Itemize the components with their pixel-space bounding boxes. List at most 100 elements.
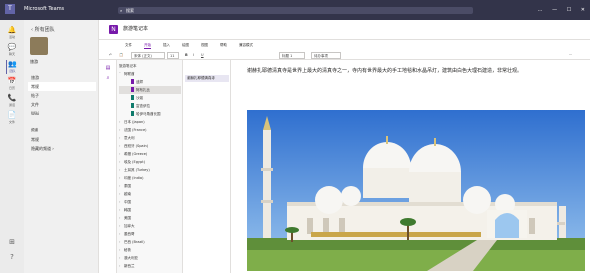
section-item[interactable]: ˅ 阿联酋 xyxy=(119,70,181,78)
main-area: N 旅游笔记本 文件 开始 插入 绘图 视图 帮助 兼容模式 ↶ 📋 宋体 (正… xyxy=(99,20,590,273)
section-item[interactable]: › 中国 xyxy=(119,198,181,206)
section-item[interactable]: › 澳大利亚 xyxy=(119,254,181,262)
section-item[interactable]: › 墨西哥 xyxy=(119,230,181,238)
note-text[interactable]: 谢赫扎耶德清真寺是世界上最大的清真寺之一，寺内有世界最大的手工地毯和水晶吊灯，建… xyxy=(247,68,577,74)
rail-item-apps[interactable]: ⊞ xyxy=(6,238,18,252)
section-item[interactable]: 哈伊马角酋长国 xyxy=(119,110,181,118)
section-item[interactable]: › 埃及 (Egypt) xyxy=(119,158,181,166)
rail-item-activity[interactable]: 🔔 活动 xyxy=(6,26,18,40)
notebook-nav: ▤ ⌕ xyxy=(99,60,117,273)
section-item[interactable]: › 土耳其 (Turkey) xyxy=(119,166,181,174)
section-item[interactable]: › 日本 (Japan) xyxy=(119,118,181,126)
team-item-posts[interactable]: 帖子 xyxy=(28,91,96,100)
hidden-channels-link[interactable]: 隐藏的频道 › xyxy=(28,144,96,153)
calendar-icon: 📅 xyxy=(7,77,17,85)
section-color-icon xyxy=(131,95,134,100)
pages-pane: 谢赫扎耶德清真寺 xyxy=(183,60,231,273)
apps-icon: ⊞ xyxy=(9,238,15,246)
clipboard-icon[interactable]: 📋 xyxy=(119,52,123,59)
team-item-wiki[interactable]: Wiki xyxy=(28,109,96,118)
styles-select[interactable]: 标题 1 xyxy=(279,52,305,59)
section-item[interactable]: › 韩国 xyxy=(119,206,181,214)
app-rail: 🔔 活动 💬 聊天 👥 团队 📅 日历 📞 通话 📄 文件 ⊞ ? xyxy=(0,20,24,273)
file-icon: 📄 xyxy=(7,111,17,119)
rail-item-teams[interactable]: 👥 团队 xyxy=(6,60,18,74)
section-item[interactable]: › 巴西 (Brazil) xyxy=(119,238,181,246)
channel-item-general[interactable]: 常规 xyxy=(28,135,96,144)
team-item-general[interactable]: 常规 xyxy=(28,82,96,91)
tab-insert[interactable]: 插入 xyxy=(163,43,170,48)
section-item[interactable]: 迪拜 xyxy=(119,78,181,86)
team-item-home[interactable]: 旅游 xyxy=(28,73,96,82)
rail-item-help[interactable]: ? xyxy=(6,253,18,267)
italic-button[interactable]: I xyxy=(193,52,194,59)
notebook-label: 旅游笔记本 xyxy=(119,64,137,68)
team-avatar xyxy=(30,37,48,55)
section-item-selected[interactable]: 阿布扎比 xyxy=(119,86,181,94)
section-item[interactable]: 富查伊拉 xyxy=(119,102,181,110)
search-notes-icon[interactable]: ⌕ xyxy=(103,74,113,82)
close-button[interactable]: ✕ xyxy=(581,7,585,13)
rail-item-calendar[interactable]: 📅 日历 xyxy=(6,77,18,91)
all-teams-back-link[interactable]: ‹ 所有团队 xyxy=(31,27,55,33)
tab-file[interactable]: 文件 xyxy=(125,43,132,48)
search-input[interactable]: ⌕ 搜索 xyxy=(118,7,473,14)
note-canvas[interactable]: 谢赫扎耶德清真寺是世界上最大的清真寺之一，寺内有世界最大的手工地毯和水晶吊灯，建… xyxy=(231,60,590,273)
section-color-icon xyxy=(131,103,134,108)
section-color-icon xyxy=(131,111,134,116)
section-item[interactable]: › 泰国 xyxy=(119,182,181,190)
team-item-files[interactable]: 文件 xyxy=(28,100,96,109)
font-size-select[interactable]: 11 xyxy=(167,52,179,59)
tab-help[interactable]: 帮助 xyxy=(220,43,227,48)
onenote-icon: N xyxy=(109,25,118,34)
underline-button[interactable]: U xyxy=(201,52,204,59)
app-title: Microsoft Teams xyxy=(24,6,65,12)
help-icon: ? xyxy=(10,253,14,261)
section-item[interactable]: › 新西兰 xyxy=(119,262,181,270)
section-item[interactable]: 沙迦 xyxy=(119,94,181,102)
font-family-select[interactable]: 宋体 (正文) xyxy=(131,52,165,59)
section-color-icon xyxy=(131,79,134,84)
call-icon: 📞 xyxy=(7,94,17,102)
mosque-image xyxy=(247,110,585,271)
chat-icon: 💬 xyxy=(7,43,17,51)
undo-icon[interactable]: ↶ xyxy=(109,52,112,59)
section-color-icon xyxy=(131,87,134,92)
more-options-button[interactable]: … xyxy=(538,7,543,13)
rail-item-files[interactable]: 📄 文件 xyxy=(6,111,18,125)
teams-icon: 👥 xyxy=(8,60,17,68)
sections-pane: 旅游笔记本 ˅ 阿联酋 迪拜 阿布扎比 沙迦 富查伊拉 哈伊马角酋长国 › 日本 (… xyxy=(117,60,183,273)
section-item[interactable]: › 西班牙 (Spain) xyxy=(119,142,181,150)
rail-item-chat[interactable]: 💬 聊天 xyxy=(6,43,18,57)
page-title: 旅游笔记本 xyxy=(123,26,149,32)
team-pane: ‹ 所有团队 旅游 旅游 常规 帖子 文件 Wiki 频道 常规 隐藏的频道 › xyxy=(24,20,99,273)
more-icon[interactable]: ··· xyxy=(569,52,572,59)
notebooks-icon[interactable]: ▤ xyxy=(103,64,113,72)
tab-draw[interactable]: 绘图 xyxy=(182,43,189,48)
tab-compat[interactable]: 兼容模式 xyxy=(239,43,253,48)
page-header: N 旅游笔记本 xyxy=(99,20,590,40)
section-item[interactable]: › 越南 xyxy=(119,190,181,198)
minimize-button[interactable]: — xyxy=(552,7,557,13)
teams-logo-icon: T xyxy=(5,4,15,14)
section-item[interactable]: › 希腊 (Greece) xyxy=(119,150,181,158)
page-item-selected[interactable]: 谢赫扎耶德清真寺 xyxy=(185,75,229,82)
tag-select[interactable]: 待办事项 xyxy=(311,52,341,59)
ribbon-toolbar: ↶ 📋 宋体 (正文) 11 B I U 标题 1 待办事项 ··· xyxy=(99,51,590,60)
search-placeholder: 搜索 xyxy=(126,8,134,13)
channels-header: 频道 xyxy=(31,128,38,132)
section-item[interactable]: › 加拿大 xyxy=(119,222,181,230)
team-name: 旅游 xyxy=(30,59,38,64)
section-item[interactable]: › 意大利 xyxy=(119,134,181,142)
tab-home[interactable]: 开始 xyxy=(144,43,151,49)
rail-item-calls[interactable]: 📞 通话 xyxy=(6,94,18,108)
section-item[interactable]: › 秘鲁 xyxy=(119,246,181,254)
tab-view[interactable]: 视图 xyxy=(201,43,208,48)
bell-icon: 🔔 xyxy=(7,26,17,34)
section-item[interactable]: › 法国 (France) xyxy=(119,126,181,134)
section-item[interactable]: › 印度 (India) xyxy=(119,174,181,182)
bold-button[interactable]: B xyxy=(185,52,188,59)
search-icon: ⌕ xyxy=(120,8,123,13)
section-item[interactable]: › 美国 xyxy=(119,214,181,222)
maximize-button[interactable]: ☐ xyxy=(567,7,571,13)
